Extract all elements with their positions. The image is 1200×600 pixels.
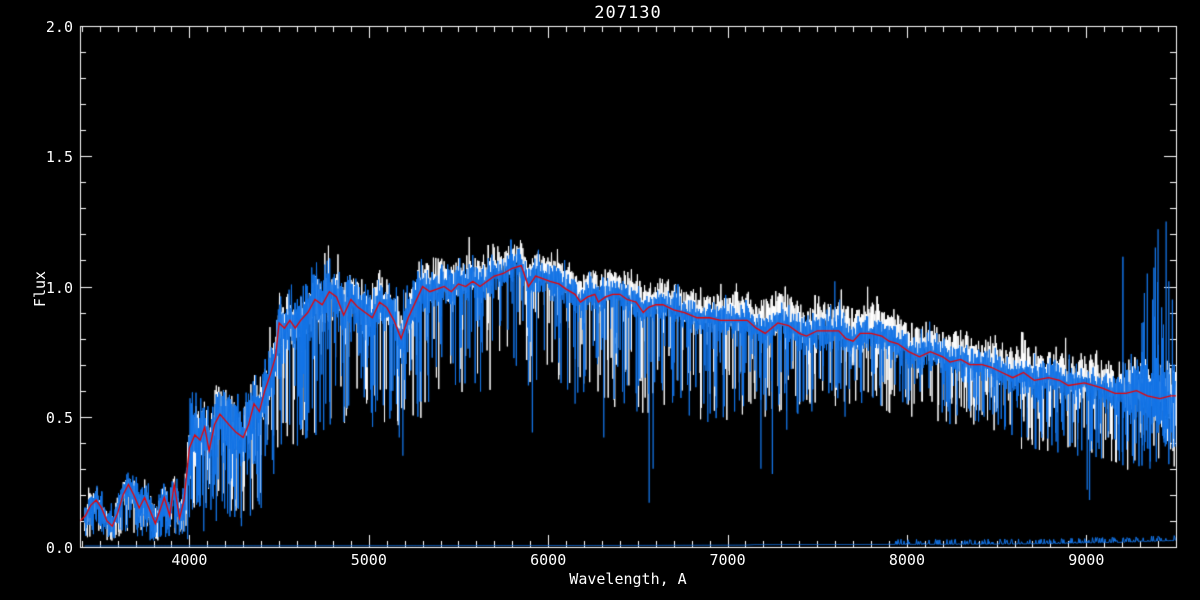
- y-tick-label: 0.5: [45, 408, 73, 427]
- x-tick-label: 9000: [1068, 551, 1105, 569]
- y-tick-label: 2.0: [45, 18, 73, 36]
- x-tick-label: 7000: [709, 551, 746, 569]
- x-tick-label: 4000: [171, 551, 208, 569]
- x-tick-label: 6000: [530, 551, 567, 569]
- y-tick-label: 1.5: [45, 148, 73, 167]
- x-axis-label: Wavelength, A: [569, 570, 687, 588]
- y-tick-label: 0.0: [45, 539, 73, 557]
- x-tick-label: 5000: [350, 551, 387, 569]
- spectrum-figure: 207130 Wavelength, A Flux 4000 5000 6000 70…: [0, 0, 1200, 600]
- chart-title: 207130: [594, 3, 662, 23]
- y-tick-label: 1.0: [45, 278, 73, 297]
- x-tick-label: 8000: [888, 551, 925, 569]
- spectrum-plot-canvas: [0, 0, 1200, 600]
